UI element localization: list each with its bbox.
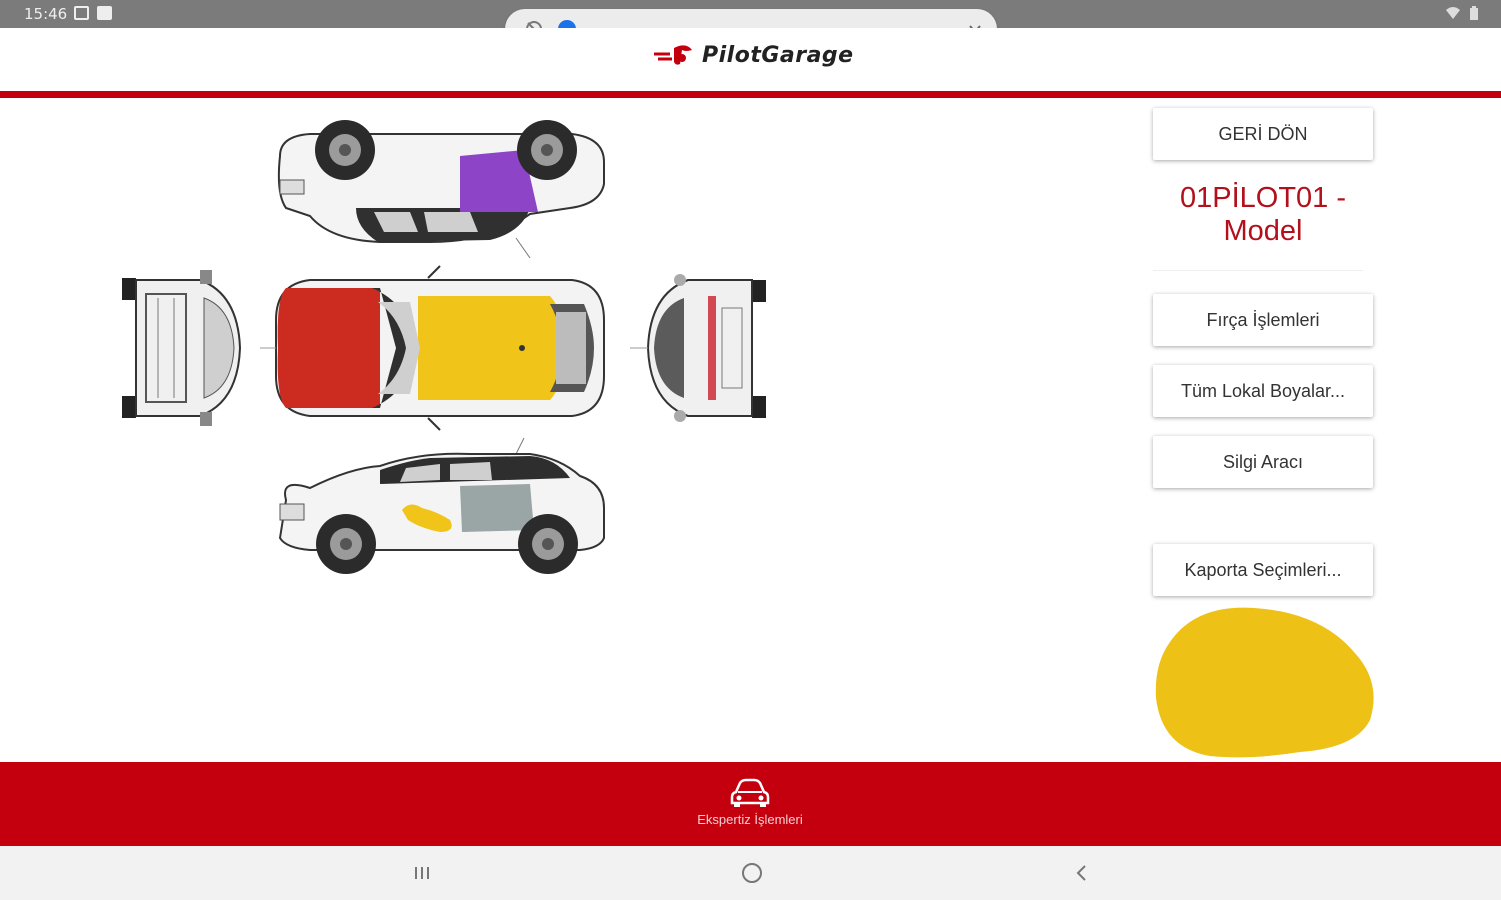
app-notification-icon: [97, 6, 112, 20]
all-local-paints-button[interactable]: Tüm Lokal Boyalar...: [1153, 365, 1373, 417]
header-divider: [0, 91, 1501, 98]
red-damage-zone[interactable]: [277, 288, 380, 408]
plate-line-1: 01PİLOT01 -: [1179, 182, 1347, 214]
nav-item-label: Ekspertiz İşlemleri: [697, 812, 803, 827]
eraser-tool-button[interactable]: Silgi Aracı: [1153, 436, 1373, 488]
yellow-damage-zone[interactable]: [418, 296, 566, 400]
car-front-view[interactable]: [122, 270, 242, 426]
car-rear-view[interactable]: [630, 274, 766, 422]
selected-color-swatch[interactable]: [1150, 602, 1378, 762]
wifi-icon: [1446, 7, 1460, 19]
system-navigation-bar: [0, 846, 1501, 900]
battery-icon: [1470, 6, 1478, 20]
car-side-bottom-view[interactable]: [278, 437, 605, 574]
home-icon[interactable]: [739, 860, 765, 886]
app-logo: PilotGarage: [652, 42, 854, 68]
app-header: PilotGarage: [0, 28, 1501, 90]
panel-divider: [1153, 270, 1363, 271]
logo-text: PilotGarage: [702, 42, 854, 68]
gray-damage-zone[interactable]: [460, 484, 534, 532]
status-time: 15:46: [24, 5, 68, 23]
car-side-top-view[interactable]: [277, 120, 605, 259]
back-icon[interactable]: [1068, 860, 1094, 886]
back-button[interactable]: GERİ DÖN: [1153, 108, 1373, 160]
bottom-navigation: Ekspertiz İşlemleri: [0, 762, 1501, 846]
plate-line-2: Model: [1223, 215, 1303, 247]
vehicle-plate-title: 01PİLOT01 - Model: [1153, 182, 1373, 248]
gallery-notification-icon: [74, 6, 89, 20]
body-selections-button[interactable]: Kaporta Seçimleri...: [1153, 544, 1373, 596]
car-damage-diagram[interactable]: [110, 108, 780, 588]
car-icon: [730, 778, 770, 807]
recents-icon[interactable]: [409, 860, 435, 886]
brush-operations-button[interactable]: Fırça İşlemleri: [1153, 294, 1373, 346]
nav-item-expertise[interactable]: Ekspertiz İşlemleri: [680, 778, 820, 838]
car-roof-view[interactable]: [260, 265, 605, 431]
pilot-garage-logo-icon: [654, 45, 692, 65]
